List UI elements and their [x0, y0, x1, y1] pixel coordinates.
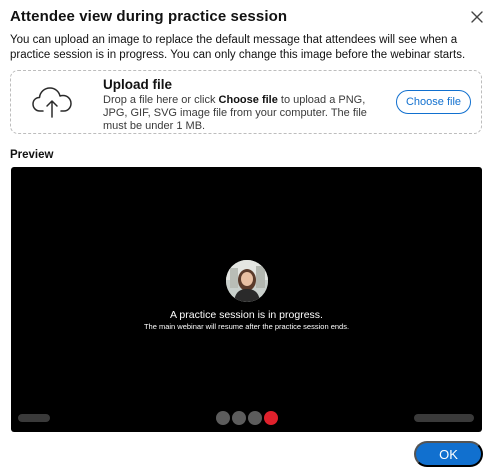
right-status-pill — [414, 414, 474, 422]
attendee-view-dialog: Attendee view during practice session Yo… — [0, 0, 493, 475]
ok-button[interactable]: OK — [414, 441, 483, 467]
close-icon — [471, 11, 483, 23]
dialog-title: Attendee view during practice session — [10, 8, 288, 25]
close-button[interactable] — [468, 8, 486, 26]
mute-control-icon — [216, 411, 230, 425]
practice-session-message: A practice session is in progress. — [170, 309, 323, 321]
preview-panel: A practice session is in progress. The m… — [11, 167, 482, 432]
file-drop-zone[interactable]: Upload file Drop a file here or click Ch… — [10, 70, 482, 134]
practice-session-submessage: The main webinar will resume after the p… — [143, 322, 350, 331]
leave-call-control-icon — [264, 411, 278, 425]
upload-title: Upload file — [103, 77, 173, 92]
avatar — [226, 260, 268, 302]
upload-instructions: Drop a file here or click Choose file to… — [103, 94, 367, 132]
choose-file-button[interactable]: Choose file — [396, 90, 471, 114]
left-status-pill — [18, 414, 50, 422]
more-options-control-icon — [248, 411, 262, 425]
cloud-upload-icon — [31, 85, 73, 119]
preview-label: Preview — [10, 149, 54, 161]
video-control-icon — [232, 411, 246, 425]
dialog-description: You can upload an image to replace the d… — [10, 34, 466, 61]
choose-file-emphasis: Choose file — [218, 94, 278, 106]
